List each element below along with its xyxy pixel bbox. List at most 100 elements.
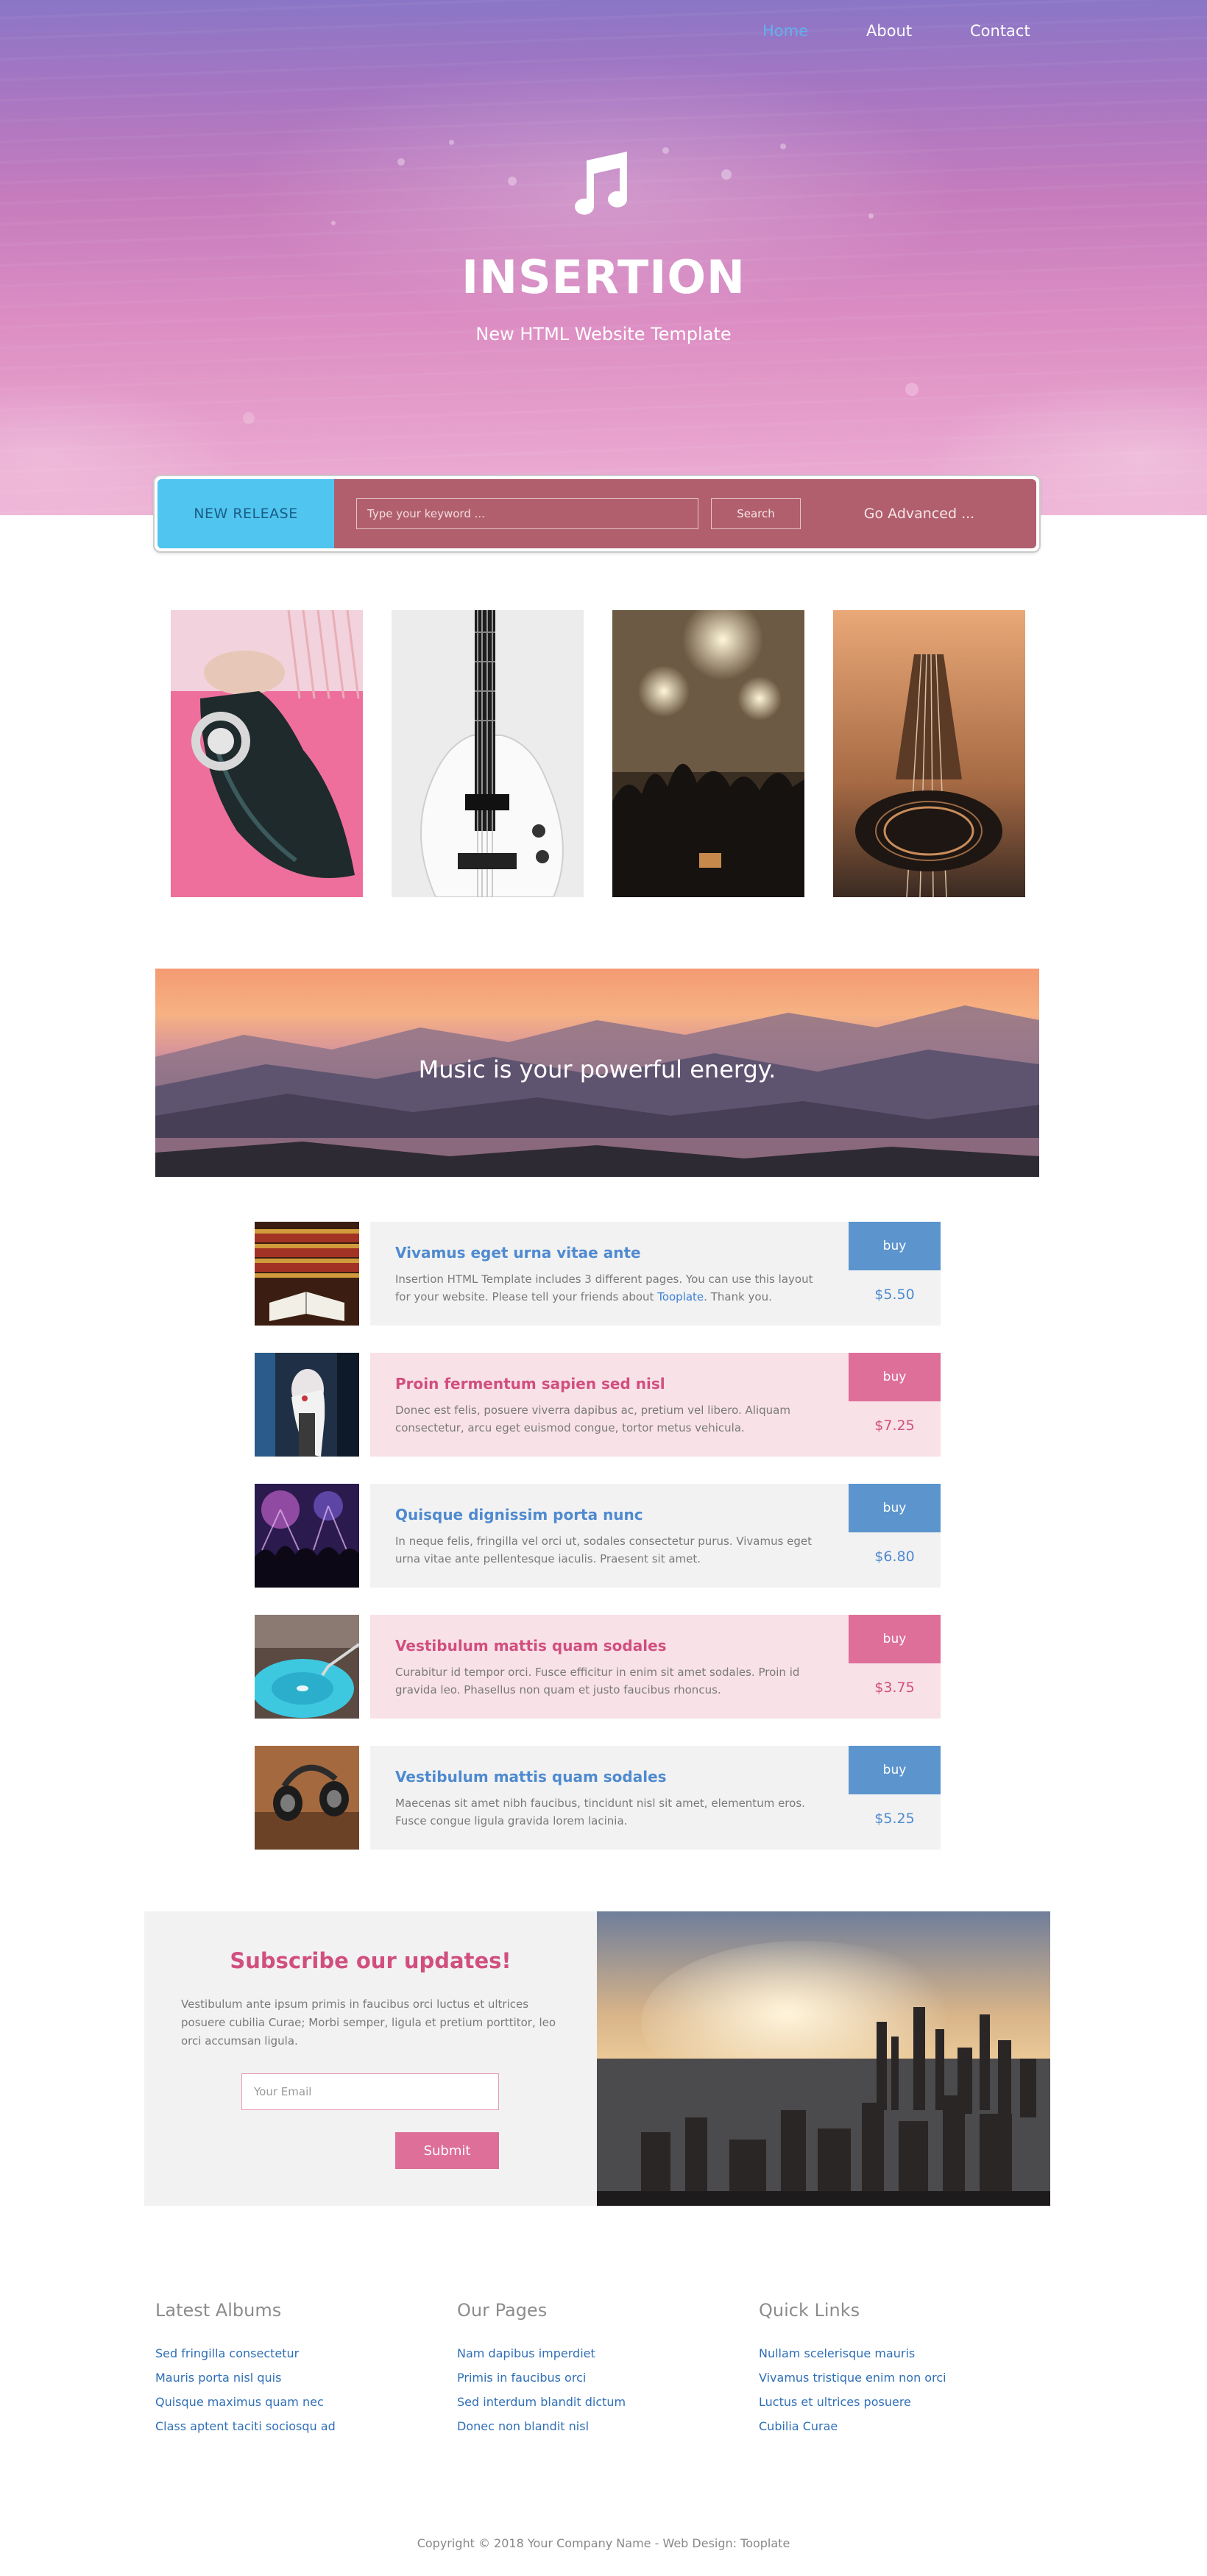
bokeh-dot [397, 158, 405, 166]
buy-button[interactable]: buy [849, 1353, 941, 1401]
product-side: buy $5.25 [849, 1746, 941, 1850]
email-field[interactable] [241, 2073, 499, 2110]
product-title[interactable]: Proin fermentum sapien sed nisl [395, 1375, 824, 1393]
footer-column-pages: Our Pages Nam dapibus imperdiet Primis i… [457, 2300, 722, 2438]
submit-button[interactable]: Submit [395, 2132, 499, 2169]
product-title[interactable]: Vivamus eget urna vitae ante [395, 1244, 824, 1262]
footer-link[interactable]: Donec non blandit nisl [457, 2414, 722, 2438]
bass-guitar-photo [392, 610, 584, 897]
headphones-photo [255, 1746, 359, 1850]
woman-headphones-photo [171, 610, 363, 897]
bokeh-dot [780, 144, 786, 149]
site-title: INSERTION [461, 250, 746, 304]
bokeh-dot [905, 383, 918, 396]
copyright-text: Copyright © 2018 Your Company Name - Web… [417, 2536, 790, 2550]
city-skyline-photo [597, 1911, 1050, 2206]
buy-button[interactable]: buy [849, 1222, 941, 1270]
banner-text: Music is your powerful energy. [418, 1055, 776, 1083]
gallery-image-bass[interactable] [392, 610, 584, 897]
product-item: Proin fermentum sapien sed nisl Donec es… [255, 1353, 941, 1457]
product-image[interactable] [255, 1746, 359, 1850]
buy-button[interactable]: buy [849, 1746, 941, 1794]
search-input[interactable] [356, 498, 698, 529]
bokeh-dot [243, 412, 255, 424]
search-bar-inner: NEW RELEASE Search Go Advanced ... [157, 479, 1036, 548]
bokeh-dot [449, 140, 454, 145]
product-title[interactable]: Vestibulum mattis quam sodales [395, 1637, 824, 1655]
nav-about[interactable]: About [866, 22, 912, 40]
product-image[interactable] [255, 1484, 359, 1588]
product-image[interactable] [255, 1353, 359, 1457]
nav-home[interactable]: Home [762, 22, 808, 40]
concert-lights-photo [255, 1484, 359, 1588]
new-release-label[interactable]: NEW RELEASE [157, 479, 334, 548]
singer-photo [255, 1353, 359, 1457]
site-subtitle: New HTML Website Template [475, 324, 732, 344]
main-nav: Home About Contact [0, 22, 1207, 44]
footer-link[interactable]: Sed interdum blandit dictum [457, 2390, 722, 2414]
product-price: $6.80 [874, 1549, 915, 1565]
footer-link[interactable]: Cubilia Curae [759, 2414, 1024, 2438]
product-title[interactable]: Quisque dignissim porta nunc [395, 1506, 824, 1524]
footer-column-title: Latest Albums [155, 2300, 282, 2321]
product-description: Curabitur id tempor orci. Fusce efficitu… [395, 1666, 800, 1696]
product-item: Vestibulum mattis quam sodales Curabitur… [255, 1615, 941, 1719]
footer-link[interactable]: Nullam scelerisque mauris [759, 2341, 1024, 2366]
product-body: Vestibulum mattis quam sodales Curabitur… [370, 1615, 849, 1719]
footer-link[interactable]: Primis in faucibus orci [457, 2366, 722, 2390]
product-side: buy $5.50 [849, 1222, 941, 1326]
product-side: buy $3.75 [849, 1615, 941, 1719]
subscribe-title: Subscribe our updates! [230, 1948, 512, 1973]
footer-link[interactable]: Class aptent taciti sociosqu ad [155, 2414, 420, 2438]
turntable-photo [255, 1615, 359, 1719]
footer-link[interactable]: Luctus et ultrices posuere [759, 2390, 1024, 2414]
subscribe-section: Subscribe our updates! Vestibulum ante i… [144, 1911, 597, 2206]
nav-contact[interactable]: Contact [970, 22, 1030, 40]
opera-hall-photo [255, 1222, 359, 1326]
bokeh-dot [868, 213, 874, 219]
product-image[interactable] [255, 1222, 359, 1326]
tooplate-link[interactable]: Tooplate [657, 1290, 704, 1303]
footer-link[interactable]: Mauris porta nisl quis [155, 2366, 420, 2390]
product-price: $5.25 [874, 1811, 915, 1827]
footer-link[interactable]: Vivamus tristique enim non orci [759, 2366, 1024, 2390]
footer-link[interactable]: Quisque maximus quam nec [155, 2390, 420, 2414]
gallery-image-guitar[interactable] [833, 610, 1025, 897]
gallery-image-concert[interactable] [612, 610, 804, 897]
product-description: Donec est felis, posuere viverra dapibus… [395, 1404, 790, 1434]
footer-column-albums: Latest Albums Sed fringilla consectetur … [155, 2300, 420, 2438]
bokeh-dot [331, 221, 336, 225]
product-item: Quisque dignissim porta nunc In neque fe… [255, 1484, 941, 1588]
hero-section: Home About Contact INSERTION New HTML We… [0, 0, 1207, 515]
gallery-image-headphones[interactable] [171, 610, 363, 897]
product-price: $5.50 [874, 1287, 915, 1303]
product-description: Insertion HTML Template includes 3 diffe… [395, 1273, 813, 1303]
product-body: Vestibulum mattis quam sodales Maecenas … [370, 1746, 849, 1850]
subscribe-description: Vestibulum ante ipsum primis in faucibus… [181, 1998, 556, 2048]
footer-column-quick-links: Quick Links Nullam scelerisque mauris Vi… [759, 2300, 1024, 2438]
city-image [597, 1911, 1050, 2206]
search-bar: NEW RELEASE Search Go Advanced ... [155, 476, 1039, 551]
product-image[interactable] [255, 1615, 359, 1719]
energy-banner: Music is your powerful energy. [155, 969, 1039, 1177]
product-side: buy $7.25 [849, 1353, 941, 1457]
product-item: Vestibulum mattis quam sodales Maecenas … [255, 1746, 941, 1850]
product-price: $7.25 [874, 1418, 915, 1434]
bokeh-dot [662, 147, 669, 154]
search-button[interactable]: Search [711, 498, 801, 529]
buy-button[interactable]: buy [849, 1484, 941, 1532]
footer-link[interactable]: Nam dapibus imperdiet [457, 2341, 722, 2366]
acoustic-guitar-photo [833, 610, 1025, 897]
bokeh-dot [508, 177, 517, 185]
buy-button[interactable]: buy [849, 1615, 941, 1663]
product-description: Maecenas sit amet nibh faucibus, tincidu… [395, 1797, 805, 1827]
bokeh-dot [721, 169, 732, 180]
go-advanced-link[interactable]: Go Advanced ... [827, 479, 1011, 548]
footer-column-title: Quick Links [759, 2300, 860, 2321]
footer-link[interactable]: Sed fringilla consectetur [155, 2341, 420, 2366]
product-title[interactable]: Vestibulum mattis quam sodales [395, 1768, 824, 1786]
product-body: Proin fermentum sapien sed nisl Donec es… [370, 1353, 849, 1457]
product-item: Vivamus eget urna vitae ante Insertion H… [255, 1222, 941, 1326]
concert-crowd-photo [612, 610, 804, 897]
product-description: In neque felis, fringilla vel orci ut, s… [395, 1535, 813, 1565]
